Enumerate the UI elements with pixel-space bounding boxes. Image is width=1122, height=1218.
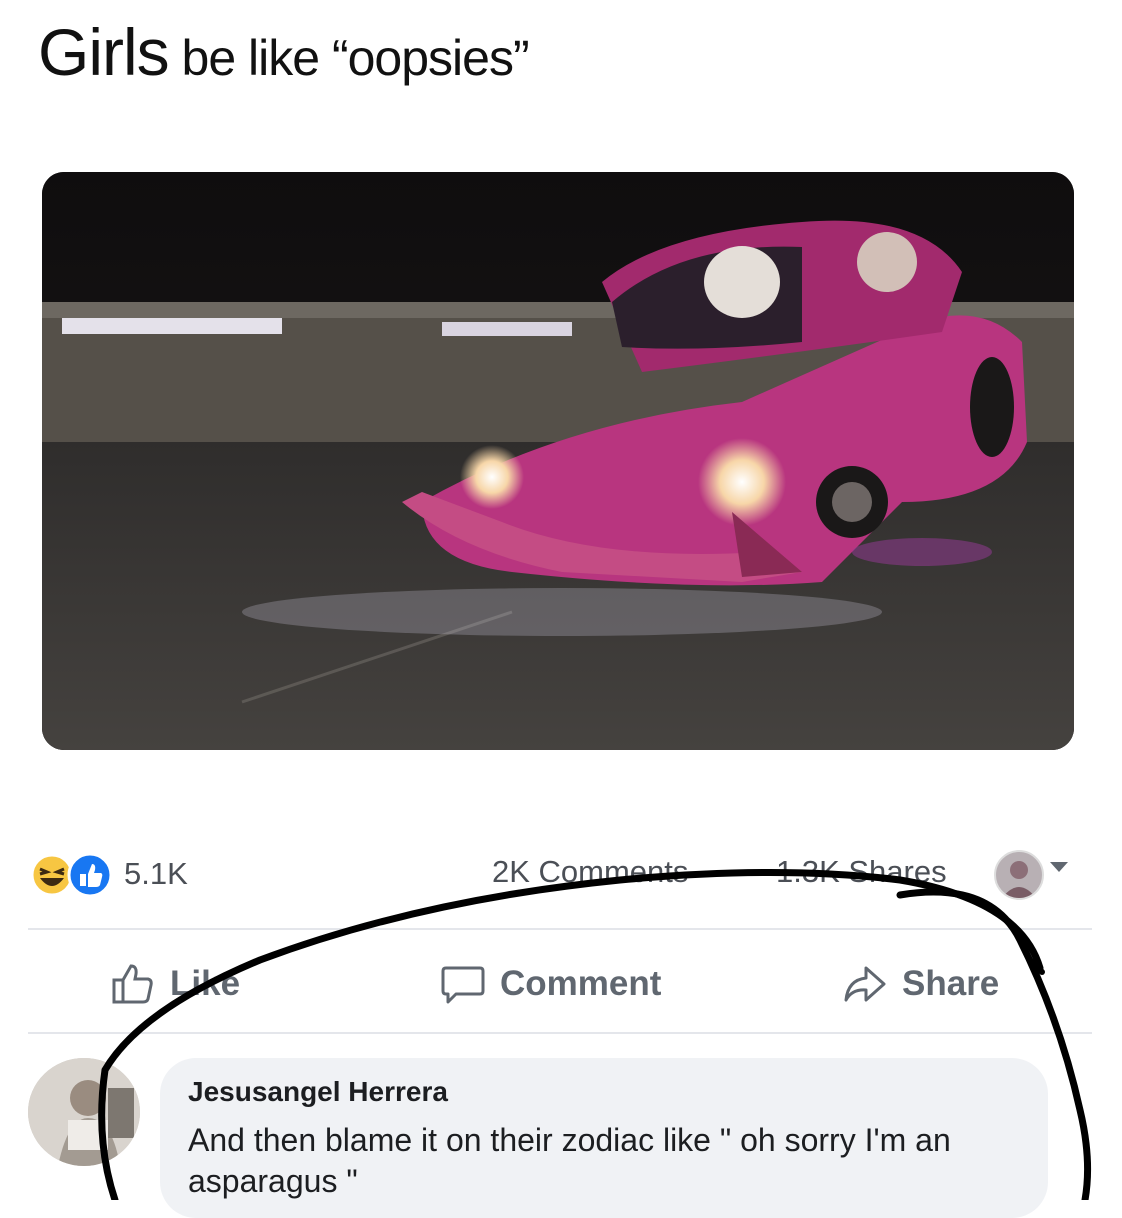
share-arrow-icon [844, 966, 886, 1002]
laugh-reaction-icon [30, 853, 74, 897]
divider [28, 1032, 1092, 1034]
reaction-count[interactable]: 5.1K [124, 856, 188, 892]
post-stats-bar: 5.1K 2K Comments 1.3K Shares [30, 848, 1090, 900]
post-actions-bar: Like Comment Share [0, 948, 1122, 1018]
comment-button[interactable]: Comment [440, 954, 661, 1014]
comment-author-name[interactable]: Jesusangel Herrera [188, 1076, 448, 1108]
post-title: Girls be like “oopsies” [38, 14, 530, 90]
reaction-icons[interactable] [30, 852, 116, 898]
comments-count[interactable]: 2K Comments [492, 854, 688, 890]
comment-text: And then blame it on their zodiac like "… [188, 1122, 951, 1199]
post-title-first-word: Girls [38, 15, 170, 89]
thumbs-up-icon [112, 964, 153, 1004]
share-button[interactable]: Share [842, 954, 999, 1014]
viewer-avatar[interactable] [994, 850, 1044, 900]
shares-count[interactable]: 1.3K Shares [776, 854, 947, 890]
comment-author-avatar[interactable] [28, 1058, 140, 1166]
like-button-label: Like [170, 964, 241, 1003]
pink-car-crash-scene [42, 172, 1074, 750]
comment-button-label: Comment [500, 964, 662, 1003]
post-image[interactable] [42, 172, 1074, 750]
divider [28, 928, 1092, 930]
like-button[interactable]: Like [110, 954, 240, 1014]
comment-icon [441, 966, 485, 1004]
like-reaction-icon [67, 852, 113, 898]
chevron-down-icon[interactable] [1050, 862, 1068, 872]
comment-bubble: Jesusangel Herrera And then blame it on … [160, 1058, 1048, 1218]
post-title-rest: be like “oopsies” [168, 30, 530, 86]
share-button-label: Share [902, 964, 1000, 1003]
